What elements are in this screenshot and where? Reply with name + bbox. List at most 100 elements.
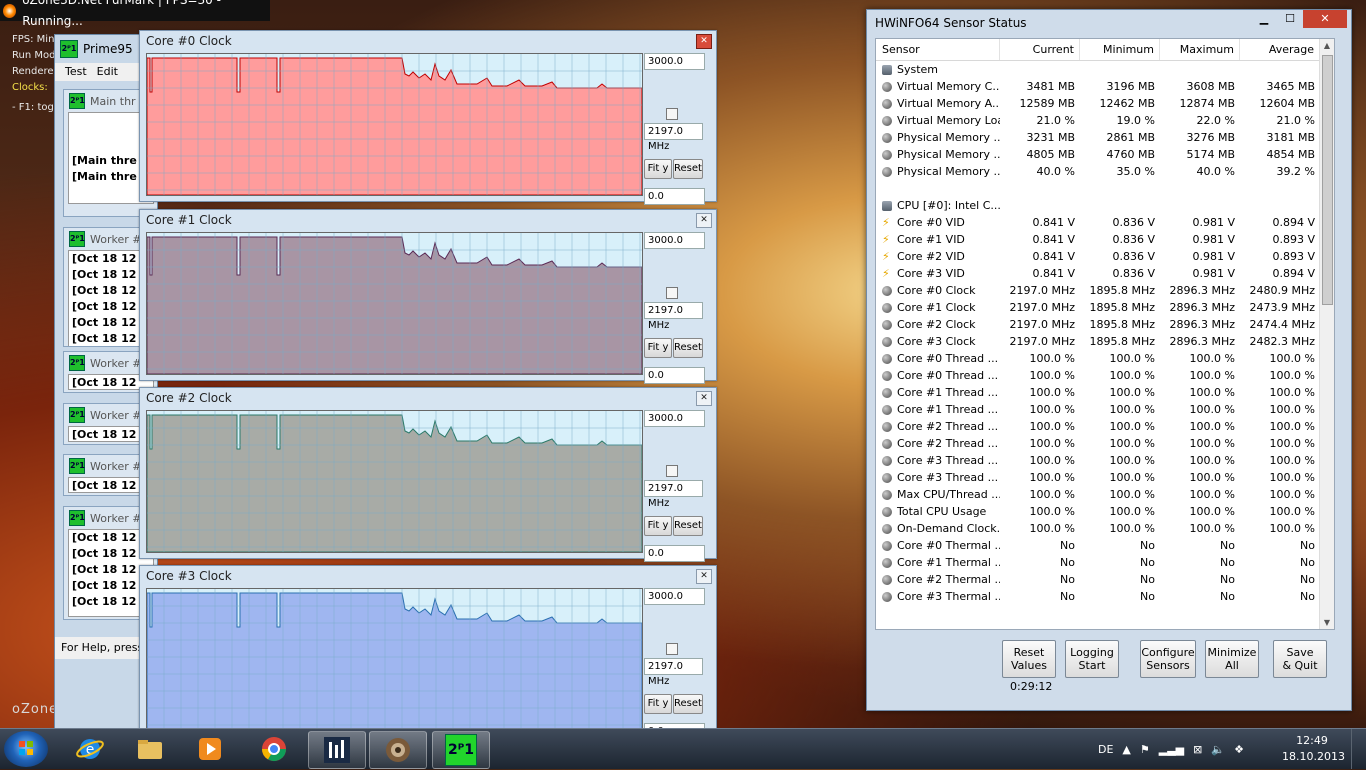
- graph-max-field[interactable]: 3000.0: [644, 53, 705, 70]
- close-icon[interactable]: ✕: [1303, 10, 1347, 28]
- scroll-up-icon[interactable]: ▲: [1320, 41, 1334, 50]
- signal-icon[interactable]: ▂▃▅: [1159, 743, 1184, 756]
- sensor-row[interactable]: Core #0 Thread ... 100.0 % 100.0 % 100.0 % 1…: [876, 367, 1334, 384]
- minimize-all-button[interactable]: Minimize All: [1205, 640, 1259, 678]
- language-indicator[interactable]: DE: [1098, 743, 1113, 756]
- scroll-down-icon[interactable]: ▼: [1320, 618, 1334, 627]
- graph-min-field[interactable]: 0.0: [644, 188, 705, 205]
- save-quit-button[interactable]: Save & Quit: [1273, 640, 1327, 678]
- fit-y-button[interactable]: Fit y: [644, 159, 672, 179]
- explorer-button[interactable]: [122, 731, 178, 767]
- reset-values-button[interactable]: Reset Values: [1002, 640, 1056, 678]
- chrome-button[interactable]: [246, 731, 302, 767]
- sensor-row[interactable]: Total CPU Usage 100.0 % 100.0 % 100.0 % 100.…: [876, 503, 1334, 520]
- column-header-average[interactable]: Average: [1240, 39, 1320, 60]
- sensor-row[interactable]: Physical Memory ... 4805 MB 4760 MB 5174 MB…: [876, 146, 1334, 163]
- tray-expand-icon[interactable]: ▲: [1122, 743, 1130, 756]
- sensor-row[interactable]: Physical Memory ... 3231 MB 2861 MB 3276 MB…: [876, 129, 1334, 146]
- sensor-row[interactable]: Virtual Memory A... 12589 MB 12462 MB 12874…: [876, 95, 1334, 112]
- sensor-row[interactable]: Core #3 Thread ... 100.0 % 100.0 % 100.0 % 1…: [876, 452, 1334, 469]
- sensor-row[interactable]: Core #2 Thread ... 100.0 % 100.0 % 100.0 % 1…: [876, 418, 1334, 435]
- media-player-button[interactable]: [182, 731, 238, 767]
- fit-y-button[interactable]: Fit y: [644, 694, 672, 714]
- sensor-row[interactable]: Physical Memory ... 40.0 % 35.0 % 40.0 % 39.…: [876, 163, 1334, 180]
- core-clock-title-bar[interactable]: Core #3 Clock ✕: [140, 566, 716, 586]
- ie-button[interactable]: e: [62, 731, 118, 767]
- autoscale-checkbox[interactable]: [666, 465, 678, 477]
- sensor-list-scrollbar[interactable]: ▲ ▼: [1319, 39, 1334, 629]
- graph-max-field[interactable]: 3000.0: [644, 232, 705, 249]
- core-1-clock-window[interactable]: Core #1 Clock ✕ 3000.0 2197.0 MHz Fit y Reset…: [139, 209, 717, 384]
- reset-button[interactable]: Reset: [673, 338, 703, 358]
- core-0-clock-window[interactable]: Core #0 Clock ✕ 3000.0 2197.0 MHz Fit y Reset…: [139, 30, 717, 205]
- hwinfo-window[interactable]: HWiNFO64 Sensor Status ▁ ☐ ✕ Sensor Curr…: [866, 9, 1352, 711]
- graph-max-field[interactable]: 3000.0: [644, 588, 705, 605]
- sensor-row[interactable]: Core #0 Clock 2197.0 MHz 1895.8 MHz 2896.3 …: [876, 282, 1334, 299]
- furmark-title-bar[interactable]: oZone3D.Net FurMark | FPS=30 - Running..…: [0, 0, 270, 28]
- action-center-icon[interactable]: ⚑: [1140, 743, 1150, 756]
- autoscale-checkbox[interactable]: [666, 643, 678, 655]
- core-2-clock-window[interactable]: Core #2 Clock ✕ 3000.0 2197.0 MHz Fit y Reset…: [139, 387, 717, 562]
- sensor-row[interactable]: Core #3 Clock 2197.0 MHz 1895.8 MHz 2896.3 …: [876, 333, 1334, 350]
- hwinfo-taskbar-button[interactable]: [308, 731, 366, 769]
- dropbox-icon[interactable]: ❖: [1234, 743, 1244, 756]
- sensor-row[interactable]: Core #1 Clock 2197.0 MHz 1895.8 MHz 2896.3 …: [876, 299, 1334, 316]
- column-header-sensor[interactable]: Sensor: [876, 39, 1000, 60]
- sensor-row[interactable]: Core #3 Thermal ... No No No No: [876, 588, 1334, 605]
- graph-min-field[interactable]: 0.0: [644, 367, 705, 384]
- close-icon[interactable]: ✕: [696, 569, 712, 584]
- scrollbar-thumb[interactable]: [1322, 55, 1333, 305]
- sensor-row[interactable]: On-Demand Clock... 100.0 % 100.0 % 100.0 % 1…: [876, 520, 1334, 537]
- sensor-row[interactable]: Max CPU/Thread ... 100.0 % 100.0 % 100.0 % 1…: [876, 486, 1334, 503]
- sensor-row[interactable]: Core #2 Thread ... 100.0 % 100.0 % 100.0 % 1…: [876, 435, 1334, 452]
- reset-button[interactable]: Reset: [673, 694, 703, 714]
- volume-icon[interactable]: 🔈: [1211, 743, 1225, 756]
- configure-sensors-button[interactable]: Configure Sensors: [1140, 640, 1196, 678]
- reset-button[interactable]: Reset: [673, 516, 703, 536]
- sensor-row[interactable]: Core #2 Thermal ... No No No No: [876, 571, 1334, 588]
- graph-max-field[interactable]: 3000.0: [644, 410, 705, 427]
- prime95-taskbar-button[interactable]: 2ᴾ1: [432, 731, 490, 769]
- column-header-maximum[interactable]: Maximum: [1160, 39, 1240, 60]
- menu-edit[interactable]: Edit: [97, 63, 118, 81]
- sensor-group-row[interactable]: System: [876, 61, 1334, 78]
- sensor-row[interactable]: ⚡ Core #0 VID 0.841 V 0.836 V 0.981 V 0.894 V: [876, 214, 1334, 231]
- show-desktop-button[interactable]: [1351, 729, 1366, 769]
- sensor-row[interactable]: Core #3 Thread ... 100.0 % 100.0 % 100.0 % 1…: [876, 469, 1334, 486]
- core-clock-title-bar[interactable]: Core #1 Clock ✕: [140, 210, 716, 230]
- sensor-list[interactable]: Sensor Current Minimum Maximum Average S…: [875, 38, 1335, 630]
- hwinfo-title-bar[interactable]: HWiNFO64 Sensor Status ▁ ☐ ✕: [867, 10, 1351, 36]
- start-button[interactable]: [4, 731, 48, 767]
- sensor-row[interactable]: Core #1 Thread ... 100.0 % 100.0 % 100.0 % 1…: [876, 384, 1334, 401]
- fit-y-button[interactable]: Fit y: [644, 516, 672, 536]
- autoscale-checkbox[interactable]: [666, 108, 678, 120]
- sensor-row[interactable]: ⚡ Core #1 VID 0.841 V 0.836 V 0.981 V 0.893 V: [876, 231, 1334, 248]
- close-icon[interactable]: ✕: [696, 213, 712, 228]
- maximize-icon[interactable]: ☐: [1277, 10, 1303, 28]
- core-clock-title-bar[interactable]: Core #2 Clock ✕: [140, 388, 716, 408]
- sensor-row[interactable]: ⚡ Core #3 VID 0.841 V 0.836 V 0.981 V 0.894 V: [876, 265, 1334, 282]
- sensor-row[interactable]: Core #1 Thermal ... No No No No: [876, 554, 1334, 571]
- network-icon[interactable]: ⊠: [1193, 743, 1202, 756]
- sensor-row[interactable]: ⚡ Core #2 VID 0.841 V 0.836 V 0.981 V 0.893 V: [876, 248, 1334, 265]
- sensor-row[interactable]: Virtual Memory C... 3481 MB 3196 MB 3608 MB…: [876, 78, 1334, 95]
- furmark-taskbar-button[interactable]: [369, 731, 427, 769]
- close-icon[interactable]: ✕: [696, 391, 712, 406]
- sensor-row[interactable]: Core #0 Thread ... 100.0 % 100.0 % 100.0 % 1…: [876, 350, 1334, 367]
- sensor-row[interactable]: Core #2 Clock 2197.0 MHz 1895.8 MHz 2896.3 …: [876, 316, 1334, 333]
- sensor-row[interactable]: Core #0 Thermal ... No No No No: [876, 537, 1334, 554]
- logging-start-button[interactable]: Logging Start: [1065, 640, 1119, 678]
- column-header-current[interactable]: Current: [1000, 39, 1080, 60]
- reset-button[interactable]: Reset: [673, 159, 703, 179]
- core-clock-title-bar[interactable]: Core #0 Clock ✕: [140, 31, 716, 51]
- close-icon[interactable]: ✕: [696, 34, 712, 49]
- menu-test[interactable]: Test: [65, 63, 87, 81]
- sensor-group-row[interactable]: CPU [#0]: Intel C...: [876, 197, 1334, 214]
- minimize-icon[interactable]: ▁: [1251, 10, 1277, 28]
- sensor-row[interactable]: Virtual Memory Load 21.0 % 19.0 % 22.0 % 21.…: [876, 112, 1334, 129]
- sensor-row[interactable]: Core #1 Thread ... 100.0 % 100.0 % 100.0 % 1…: [876, 401, 1334, 418]
- column-header-minimum[interactable]: Minimum: [1080, 39, 1160, 60]
- taskbar-clock[interactable]: 12:49 18.10.2013: [1282, 733, 1345, 765]
- core-3-clock-window[interactable]: Core #3 Clock ✕ 3000.0 2197.0 MHz Fit y Reset…: [139, 565, 717, 740]
- graph-min-field[interactable]: 0.0: [644, 545, 705, 562]
